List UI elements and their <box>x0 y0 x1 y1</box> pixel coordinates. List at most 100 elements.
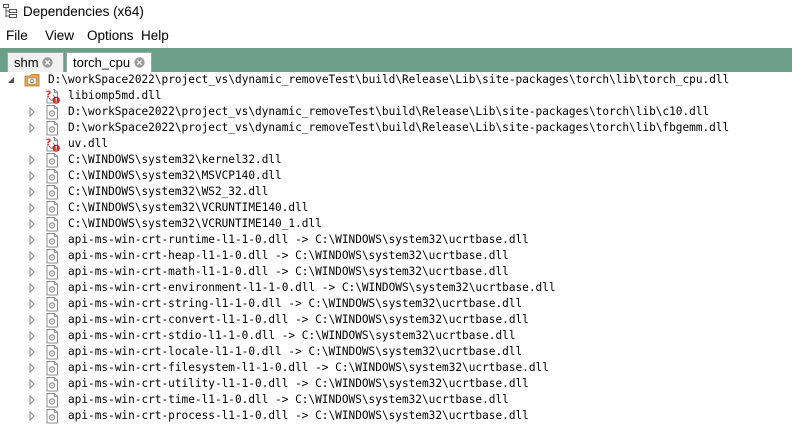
expand-chevron-icon[interactable] <box>27 362 37 374</box>
tree-row-label: libiomp5md.dll <box>68 89 162 102</box>
tab-torch-cpu-close-icon[interactable] <box>134 57 145 68</box>
tab-shm-label: shm <box>14 55 39 70</box>
dll-icon <box>46 169 58 184</box>
tree-row-label: C:\WINDOWS\system32\VCRUNTIME140_1.dll <box>68 217 322 230</box>
tree-row[interactable]: C:\WINDOWS\system32\WS2_32.dll <box>0 184 792 200</box>
tree-row-label: C:\WINDOWS\system32\VCRUNTIME140.dll <box>68 201 309 214</box>
dll-icon <box>46 249 58 264</box>
title-bar: Dependencies (x64) <box>0 0 792 24</box>
tab-torch-cpu[interactable]: torch_cpu <box>66 52 152 72</box>
expand-chevron-icon[interactable] <box>27 170 37 182</box>
expand-chevron-icon[interactable] <box>27 202 37 214</box>
tree-row[interactable]: api-ms-win-crt-filesystem-l1-1-0.dll -> … <box>0 360 792 376</box>
svg-text:?: ? <box>46 90 52 101</box>
dll-icon <box>46 185 58 200</box>
dll-icon <box>46 313 58 328</box>
dll-icon <box>46 233 58 248</box>
menu-options[interactable]: Options <box>87 28 134 43</box>
expand-chevron-icon[interactable] <box>27 218 37 230</box>
tree-row[interactable]: api-ms-win-crt-process-l1-1-0.dll -> C:\… <box>0 408 792 424</box>
tree-row-label: api-ms-win-crt-heap-l1-1-0.dll -> C:\WIN… <box>68 249 509 262</box>
tree-row[interactable]: api-ms-win-crt-utility-l1-1-0.dll -> C:\… <box>0 376 792 392</box>
expand-chevron-icon[interactable] <box>27 330 37 342</box>
dll-icon <box>46 281 58 296</box>
tree-row[interactable]: api-ms-win-crt-environment-l1-1-0.dll ->… <box>0 280 792 296</box>
tree-row[interactable]: C:\WINDOWS\system32\kernel32.dll <box>0 152 792 168</box>
folder-dll-icon <box>24 74 40 87</box>
tab-strip: shm torch_cpu <box>0 48 792 72</box>
tree-row-label: api-ms-win-crt-locale-l1-1-0.dll -> C:\W… <box>68 345 523 358</box>
dll-icon <box>46 217 58 232</box>
dll-icon <box>46 345 58 360</box>
tree-row-label: api-ms-win-crt-time-l1-1-0.dll -> C:\WIN… <box>68 393 509 406</box>
dll-icon <box>46 105 58 120</box>
tree-row-label: api-ms-win-crt-convert-l1-1-0.dll -> C:\… <box>68 313 529 326</box>
tree-row[interactable]: D:\workSpace2022\project_vs\dynamic_remo… <box>0 104 792 120</box>
tree-row-label: C:\WINDOWS\system32\MSVCP140.dll <box>68 169 282 182</box>
dll-icon <box>46 409 58 424</box>
app-tree-icon <box>3 4 17 18</box>
tree-row-label: api-ms-win-crt-string-l1-1-0.dll -> C:\W… <box>68 297 523 310</box>
tree-row[interactable]: api-ms-win-crt-heap-l1-1-0.dll -> C:\WIN… <box>0 248 792 264</box>
tab-shm[interactable]: shm <box>7 52 64 72</box>
expand-chevron-icon[interactable] <box>27 282 37 294</box>
tree-row[interactable]: api-ms-win-crt-runtime-l1-1-0.dll -> C:\… <box>0 232 792 248</box>
menu-view[interactable]: View <box>45 28 74 43</box>
tree-row[interactable]: api-ms-win-crt-math-l1-1-0.dll -> C:\WIN… <box>0 264 792 280</box>
expand-chevron-icon[interactable] <box>27 410 37 422</box>
tree-row[interactable]: ? libiomp5md.dll <box>0 88 792 104</box>
tree-row[interactable]: api-ms-win-crt-locale-l1-1-0.dll -> C:\W… <box>0 344 792 360</box>
dll-icon <box>46 265 58 280</box>
tree-row-label: api-ms-win-crt-math-l1-1-0.dll -> C:\WIN… <box>68 265 509 278</box>
dll-icon <box>46 297 58 312</box>
window-title: Dependencies (x64) <box>23 4 144 19</box>
dependency-tree: D:\workSpace2022\project_vs\dynamic_remo… <box>0 72 792 441</box>
svg-text:?: ? <box>46 138 52 149</box>
tab-shm-close-icon[interactable] <box>42 57 53 68</box>
tree-row[interactable]: C:\WINDOWS\system32\VCRUNTIME140.dll <box>0 200 792 216</box>
expand-chevron-icon[interactable] <box>27 122 37 134</box>
tree-row[interactable]: api-ms-win-crt-string-l1-1-0.dll -> C:\W… <box>0 296 792 312</box>
tree-row-label: api-ms-win-crt-process-l1-1-0.dll -> C:\… <box>68 409 529 422</box>
tree-row-label: uv.dll <box>68 137 109 150</box>
dll-icon <box>46 153 58 168</box>
expand-chevron-icon[interactable] <box>27 266 37 278</box>
tree-row-label: D:\workSpace2022\project_vs\dynamic_remo… <box>68 121 730 134</box>
tree-row-label: api-ms-win-crt-filesystem-l1-1-0.dll -> … <box>68 361 549 374</box>
expand-chevron-icon[interactable] <box>27 298 37 310</box>
tree-row-label: C:\WINDOWS\system32\WS2_32.dll <box>68 185 269 198</box>
tree-row[interactable]: C:\WINDOWS\system32\VCRUNTIME140_1.dll <box>0 216 792 232</box>
tree-row-label: D:\workSpace2022\project_vs\dynamic_remo… <box>68 105 710 118</box>
expand-chevron-icon[interactable] <box>27 106 37 118</box>
tree-root-label: D:\workSpace2022\project_vs\dynamic_remo… <box>48 73 730 86</box>
missing-dll-icon: ? <box>45 89 60 104</box>
dll-icon <box>46 377 58 392</box>
root-collapse-chevron-icon[interactable] <box>6 74 16 86</box>
tree-row[interactable]: C:\WINDOWS\system32\MSVCP140.dll <box>0 168 792 184</box>
menu-file[interactable]: File <box>6 28 28 43</box>
tree-root-row[interactable]: D:\workSpace2022\project_vs\dynamic_remo… <box>0 72 792 88</box>
tree-row-label: C:\WINDOWS\system32\kernel32.dll <box>68 153 282 166</box>
expand-chevron-icon[interactable] <box>27 234 37 246</box>
expand-chevron-icon[interactable] <box>27 186 37 198</box>
expand-chevron-icon[interactable] <box>27 250 37 262</box>
tree-row-label: api-ms-win-crt-environment-l1-1-0.dll ->… <box>68 281 556 294</box>
tree-row[interactable]: api-ms-win-crt-convert-l1-1-0.dll -> C:\… <box>0 312 792 328</box>
dll-icon <box>46 121 58 136</box>
tree-row-label: api-ms-win-crt-utility-l1-1-0.dll -> C:\… <box>68 377 529 390</box>
menu-help[interactable]: Help <box>141 28 169 43</box>
tree-row[interactable]: api-ms-win-crt-stdio-l1-1-0.dll -> C:\WI… <box>0 328 792 344</box>
expand-chevron-icon[interactable] <box>27 346 37 358</box>
tab-torch-cpu-label: torch_cpu <box>73 55 131 70</box>
expand-chevron-icon[interactable] <box>27 394 37 406</box>
missing-dll-icon: ? <box>45 137 60 152</box>
expand-chevron-icon[interactable] <box>27 154 37 166</box>
tree-row-label: api-ms-win-crt-stdio-l1-1-0.dll -> C:\WI… <box>68 329 516 342</box>
expand-chevron-icon[interactable] <box>27 378 37 390</box>
tree-row-label: api-ms-win-crt-runtime-l1-1-0.dll -> C:\… <box>68 233 529 246</box>
tree-row[interactable]: ? uv.dll <box>0 136 792 152</box>
expand-chevron-icon[interactable] <box>27 314 37 326</box>
tree-row[interactable]: api-ms-win-crt-time-l1-1-0.dll -> C:\WIN… <box>0 392 792 408</box>
dll-icon <box>46 361 58 376</box>
tree-row[interactable]: D:\workSpace2022\project_vs\dynamic_remo… <box>0 120 792 136</box>
